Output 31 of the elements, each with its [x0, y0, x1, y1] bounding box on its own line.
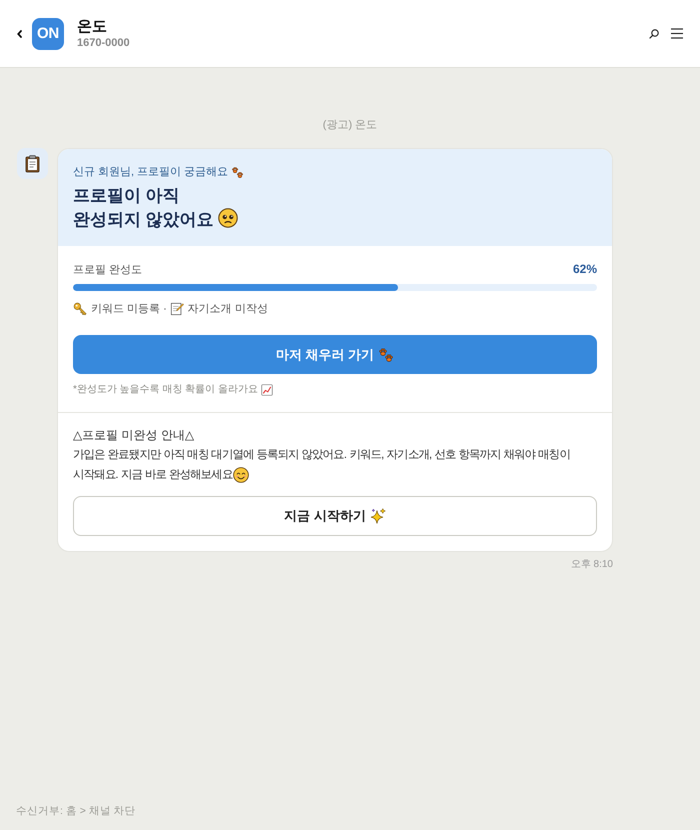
start-now-button[interactable]: 지금 시작하기 [73, 496, 597, 536]
fill-profile-button[interactable]: 마저 채우러 가기 [73, 335, 597, 374]
notice-title: △프로필 미완성 안내△ [73, 427, 194, 444]
paw-prints-icon [378, 346, 394, 362]
missing-item-label: 자기소개 미작성 [188, 302, 268, 316]
menu-icon[interactable] [671, 28, 683, 39]
channel-name: 온도 [77, 16, 107, 36]
hint-text: *완성도가 높을수록 매칭 확률이 올라가요 [73, 383, 258, 397]
search-icon[interactable] [649, 28, 659, 38]
message-time: 오후 8:10 [570, 559, 613, 571]
frowning-face-icon [218, 208, 238, 228]
notice-text-line: 가입은 완료됐지만 아직 매칭 대기열에 등록되지 않았어요. 키워드, 자기소개, 선호 항목까지 채워야 매칭이 [73, 448, 570, 463]
memo-icon [170, 302, 184, 316]
paw-prints-icon [231, 166, 244, 178]
separator-dot: · [163, 302, 167, 316]
clipboard-icon [17, 148, 48, 179]
greeting-text: 신규 회원님, 프로필이 궁금해요 [73, 165, 228, 179]
unsubscribe-text: 수신거부: 홈 > 채널 차단 [16, 805, 136, 817]
sparkles-icon [370, 508, 386, 524]
back-icon[interactable] [17, 30, 22, 38]
chart-up-icon [261, 384, 274, 396]
card-title: 프로필이 아직 완성되지 않았어요 [73, 186, 214, 229]
missing-item-label: 키워드 미등록 [91, 302, 160, 316]
channel-phone: 1670-0000 [77, 36, 130, 50]
notice-text-line: 시작돼요. 지금 바로 완성해보세요 [73, 468, 232, 483]
progress-reading: 62% [572, 262, 597, 276]
channel-logo: ON [32, 18, 64, 50]
progress-label: 프로필 완성도 [73, 263, 142, 277]
ad-label: (광고) 온도 [322, 118, 378, 132]
smiling-face-icon [233, 467, 250, 483]
key-icon [73, 302, 87, 316]
